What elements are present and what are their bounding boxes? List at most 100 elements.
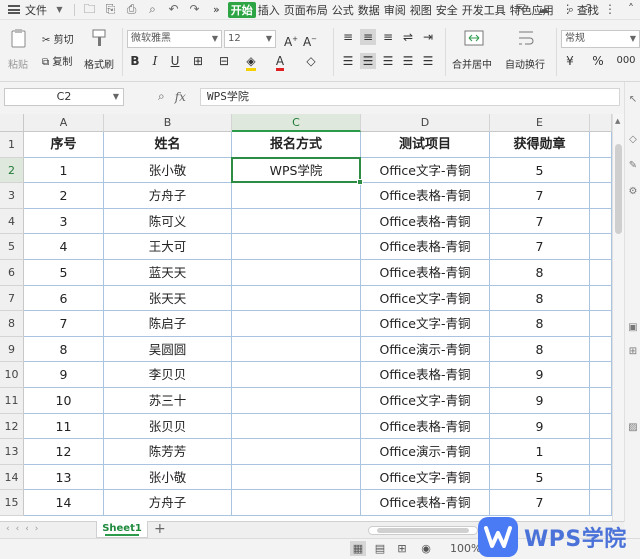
table-cell[interactable]: Office表格-青铜 bbox=[361, 260, 490, 286]
table-cell[interactable]: 9 bbox=[490, 388, 590, 414]
table-cell[interactable]: 11 bbox=[24, 413, 104, 440]
table-cell[interactable]: Office表格-青铜 bbox=[361, 234, 490, 260]
column-header-c[interactable]: C bbox=[232, 114, 361, 132]
tab-insert[interactable]: 插入 bbox=[256, 2, 282, 18]
format-painter-icon[interactable] bbox=[90, 28, 108, 48]
table-cell[interactable]: 1 bbox=[24, 157, 104, 184]
table-cell[interactable] bbox=[232, 285, 361, 312]
column-title-cell[interactable]: 获得勋章 bbox=[490, 132, 590, 158]
table-cell[interactable]: 13 bbox=[24, 464, 104, 491]
cut-button[interactable]: ✂ 剪切 bbox=[42, 31, 74, 46]
table-cell[interactable]: 9 bbox=[490, 413, 590, 440]
cloud-icon[interactable]: ☁ bbox=[538, 2, 550, 16]
table-cell[interactable]: 2 bbox=[24, 183, 104, 209]
indent-icon[interactable]: ⇥ bbox=[420, 29, 436, 45]
tab-page-layout[interactable]: 页面布局 bbox=[282, 2, 330, 18]
wrap-text-button[interactable]: 自动换行 bbox=[505, 56, 545, 71]
table-cell[interactable]: 张小敬 bbox=[104, 464, 232, 491]
merge-center-icon[interactable] bbox=[464, 28, 484, 48]
table-cell[interactable]: Office表格-青铜 bbox=[361, 362, 490, 388]
row-header[interactable]: 6 bbox=[0, 260, 24, 286]
table-cell[interactable] bbox=[232, 388, 361, 414]
table-cell[interactable]: 4 bbox=[24, 234, 104, 260]
increase-font-icon[interactable]: A+ bbox=[283, 31, 299, 49]
zoom-level[interactable]: 100% bbox=[450, 542, 481, 555]
table-cell-empty[interactable] bbox=[590, 439, 612, 465]
table-cell-empty[interactable] bbox=[590, 132, 612, 158]
table-cell[interactable]: 7 bbox=[490, 208, 590, 235]
table-cell[interactable]: Office表格-青铜 bbox=[361, 183, 490, 209]
italic-icon[interactable]: I bbox=[147, 53, 163, 69]
cell-style-icon[interactable]: ⊟ bbox=[216, 53, 232, 69]
table-cell[interactable] bbox=[232, 208, 361, 235]
sheet-nav-arrows-icon[interactable]: ‹‹‹› bbox=[6, 524, 44, 534]
spreadsheet-grid[interactable]: A B C D E 1 序号 姓名 报名方式 测试项目 获得勋章 2 1 张小敬 WPS学院 Office文字… bbox=[0, 114, 612, 521]
table-cell[interactable]: 张小敬 bbox=[104, 157, 232, 184]
orientation-icon[interactable]: ⇌ bbox=[400, 29, 416, 45]
table-cell[interactable] bbox=[232, 413, 361, 440]
table-cell[interactable] bbox=[232, 260, 361, 286]
fill-color-icon[interactable]: ◈ bbox=[243, 53, 259, 71]
name-box[interactable]: C2 ▼ bbox=[4, 88, 124, 106]
tab-developer[interactable]: 开发工具 bbox=[460, 2, 508, 18]
horizontal-scrollbar[interactable] bbox=[368, 526, 478, 535]
decrease-font-icon[interactable]: A− bbox=[302, 31, 318, 49]
table-cell[interactable]: 陈芳芳 bbox=[104, 439, 232, 465]
row-header[interactable]: 11 bbox=[0, 388, 24, 414]
side-shape-icon[interactable]: ◇ bbox=[627, 134, 639, 146]
table-cell[interactable] bbox=[232, 464, 361, 491]
column-header-partial[interactable] bbox=[590, 114, 612, 132]
table-cell[interactable]: 方舟子 bbox=[104, 490, 232, 516]
thousands-icon[interactable]: 000 bbox=[612, 53, 640, 69]
table-cell[interactable]: 5 bbox=[490, 464, 590, 491]
row-header[interactable]: 14 bbox=[0, 464, 24, 491]
table-cell[interactable]: 王大可 bbox=[104, 234, 232, 260]
distributed-icon[interactable]: ☰ bbox=[420, 53, 436, 69]
table-cell[interactable]: Office表格-青铜 bbox=[361, 490, 490, 516]
column-title-cell[interactable]: 测试项目 bbox=[361, 132, 490, 158]
column-header-a[interactable]: A bbox=[24, 114, 104, 132]
side-format-icon[interactable]: ⚙ bbox=[627, 186, 639, 198]
table-cell-empty[interactable] bbox=[590, 208, 612, 235]
more-tabs-chevron[interactable]: » bbox=[211, 3, 222, 16]
side-image-icon[interactable]: ▣ bbox=[627, 322, 639, 334]
chevron-down-icon[interactable]: ▼ bbox=[53, 3, 66, 16]
font-color-icon[interactable]: A bbox=[272, 53, 288, 71]
page-layout-view-icon[interactable]: ▤ bbox=[372, 541, 388, 556]
row-header[interactable]: 10 bbox=[0, 362, 24, 388]
column-header-b[interactable]: B bbox=[104, 114, 232, 132]
row-header[interactable]: 8 bbox=[0, 311, 24, 337]
table-cell[interactable]: 张天天 bbox=[104, 285, 232, 312]
table-cell-empty[interactable] bbox=[590, 388, 612, 414]
table-cell[interactable]: 陈启子 bbox=[104, 311, 232, 337]
table-cell[interactable]: 8 bbox=[490, 260, 590, 286]
vertical-scrollbar[interactable]: ▲ bbox=[612, 114, 624, 521]
table-cell[interactable]: 张贝贝 bbox=[104, 413, 232, 440]
column-title-cell[interactable]: 报名方式 bbox=[232, 132, 361, 158]
table-cell-empty[interactable] bbox=[590, 157, 612, 184]
table-cell[interactable]: 5 bbox=[490, 157, 590, 184]
table-cell[interactable]: Office文字-青铜 bbox=[361, 311, 490, 337]
row-header[interactable]: 1 bbox=[0, 132, 24, 158]
side-style-icon[interactable]: ✎ bbox=[627, 160, 639, 172]
table-cell[interactable]: Office文字-青铜 bbox=[361, 285, 490, 312]
table-cell-empty[interactable] bbox=[590, 464, 612, 491]
tab-start[interactable]: 开始 bbox=[227, 1, 256, 18]
table-cell-empty[interactable] bbox=[590, 336, 612, 363]
align-right-icon[interactable]: ☰ bbox=[380, 53, 396, 69]
table-cell-empty[interactable] bbox=[590, 183, 612, 209]
table-cell-empty[interactable] bbox=[590, 490, 612, 516]
paste-icon[interactable] bbox=[10, 28, 28, 48]
table-cell[interactable]: 吴圆圆 bbox=[104, 336, 232, 363]
table-cell[interactable]: 8 bbox=[24, 336, 104, 363]
table-cell[interactable]: 8 bbox=[490, 285, 590, 312]
column-title-cell[interactable]: 序号 bbox=[24, 132, 104, 158]
table-cell[interactable] bbox=[232, 234, 361, 260]
table-cell[interactable]: WPS学院 bbox=[232, 157, 361, 184]
share-icon[interactable]: ⇱ bbox=[516, 2, 526, 16]
eye-protection-icon[interactable]: ◉ bbox=[418, 541, 434, 556]
format-painter-button[interactable]: 格式刷 bbox=[84, 56, 114, 71]
tab-view[interactable]: 视图 bbox=[408, 2, 434, 18]
table-cell[interactable]: 3 bbox=[24, 208, 104, 235]
undo-icon[interactable]: ↶ bbox=[167, 3, 180, 16]
